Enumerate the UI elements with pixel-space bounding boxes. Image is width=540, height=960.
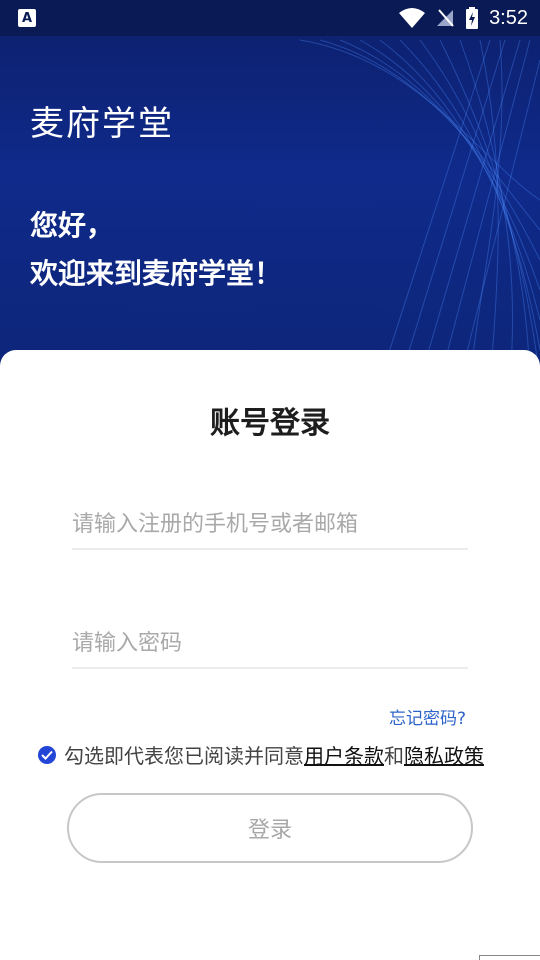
app-notification-icon: A — [18, 9, 36, 27]
login-title: 账号登录 — [210, 406, 330, 441]
bottom-corner-divider — [479, 955, 540, 960]
agreement-prefix: 勾选即代表您已阅读并同意 — [64, 744, 304, 768]
agreement-and: 和 — [384, 744, 404, 768]
agree-checkbox[interactable] — [38, 745, 56, 764]
hero-banner: A 3:52 麦府学堂 您好， 欢迎来到麦府学堂！ — [0, 0, 540, 380]
wave-lines-decoration — [299, 39, 540, 380]
wifi-icon — [399, 8, 426, 28]
signal-icon — [437, 9, 454, 27]
password-input[interactable] — [72, 619, 468, 669]
agreement-row: 勾选即代表您已阅读并同意用户条款和隐私政策 — [38, 740, 484, 769]
battery-charging-icon — [466, 7, 479, 29]
agreement-text: 勾选即代表您已阅读并同意用户条款和隐私政策 — [64, 740, 484, 769]
terms-link[interactable]: 用户条款 — [304, 744, 384, 768]
check-icon — [41, 750, 53, 760]
greeting-line-2: 欢迎来到麦府学堂！ — [30, 257, 283, 290]
brand-logo-text: 麦府学堂 — [30, 104, 174, 144]
greeting: 您好， 欢迎来到麦府学堂！ — [30, 202, 282, 298]
status-bar: A 3:52 — [0, 0, 540, 36]
phone-email-input[interactable] — [72, 500, 468, 550]
greeting-line-1: 您好， — [30, 209, 115, 242]
login-button[interactable]: 登录 — [67, 793, 473, 863]
status-time: 3:52 — [489, 6, 528, 29]
forgot-password-link[interactable]: 忘记密码? — [389, 704, 466, 729]
privacy-link[interactable]: 隐私政策 — [404, 744, 484, 768]
